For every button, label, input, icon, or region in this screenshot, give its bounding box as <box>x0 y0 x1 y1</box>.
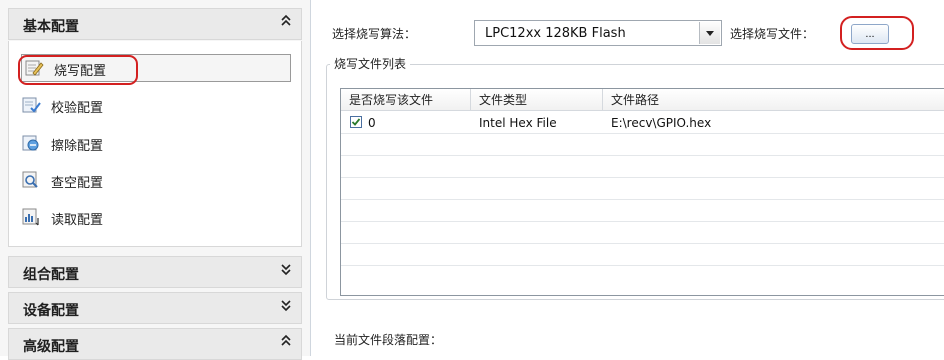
nav-item-erase-config[interactable]: 擦除配置 <box>21 129 291 157</box>
section-combo-config[interactable]: 组合配置 <box>8 256 302 288</box>
highlight-ring <box>840 16 914 50</box>
row-divider <box>341 243 944 244</box>
column-header-type[interactable]: 文件类型 <box>471 89 603 111</box>
section-advanced-config[interactable]: 高级配置 <box>8 328 302 360</box>
section-advanced-title: 高级配置 <box>23 339 79 355</box>
row-divider <box>341 133 944 134</box>
chevron-up-icon[interactable] <box>281 334 291 348</box>
blank-check-icon <box>21 171 41 189</box>
nav-item-label: 查空配置 <box>51 176 104 191</box>
burn-checkbox[interactable] <box>350 116 362 128</box>
section-basic-title: 基本配置 <box>23 19 79 35</box>
chevron-up-icon[interactable] <box>281 14 291 28</box>
dropdown-arrow-icon[interactable] <box>699 22 720 44</box>
column-header-burn[interactable]: 是否烧写该文件 <box>341 89 471 111</box>
row-file-path: E:\recv\GPIO.hex <box>611 116 712 130</box>
file-list-group-title: 烧写文件列表 <box>330 55 411 72</box>
nav-item-blank-check-config[interactable]: 查空配置 <box>21 166 291 194</box>
section-basic-config[interactable]: 基本配置 <box>8 8 302 40</box>
erase-icon <box>21 134 41 152</box>
file-select-label: 选择烧写文件： <box>730 27 815 41</box>
nav-item-label: 校验配置 <box>51 101 104 116</box>
row-divider <box>341 265 944 266</box>
algo-label: 选择烧写算法： <box>332 27 417 41</box>
chevron-down-icon[interactable] <box>281 262 291 276</box>
row-divider <box>341 221 944 222</box>
section-device-config[interactable]: 设备配置 <box>8 292 302 324</box>
verify-icon <box>21 96 41 114</box>
section-combo-title: 组合配置 <box>23 267 79 283</box>
algorithm-select[interactable]: LPC12xx 128KB Flash <box>474 20 722 46</box>
row-index: 0 <box>368 116 376 130</box>
highlight-ring <box>18 55 138 85</box>
nav-item-read-config[interactable]: 读取配置 <box>21 203 291 231</box>
row-divider <box>341 155 944 156</box>
algorithm-select-value: LPC12xx 128KB Flash <box>485 26 626 41</box>
segment-config-label: 当前文件段落配置： <box>334 333 443 347</box>
read-icon <box>21 208 41 226</box>
file-list-table: 是否烧写该文件 文件类型 文件路径 0 Intel Hex File E:\re… <box>340 88 944 296</box>
nav-item-label: 擦除配置 <box>51 139 104 154</box>
column-header-path[interactable]: 文件路径 <box>603 89 944 111</box>
chevron-down-icon[interactable] <box>281 298 291 312</box>
row-divider <box>341 177 944 178</box>
row-file-type: Intel Hex File <box>479 116 557 130</box>
nav-item-label: 读取配置 <box>51 213 104 228</box>
row-divider <box>341 199 944 200</box>
config-nav-panel: 基本配置 烧写配置 校验配置 擦除配置 查空配置 读取配置 组合配置 设备配置 … <box>0 0 311 360</box>
section-device-title: 设备配置 <box>23 303 79 319</box>
burn-config-panel: 选择烧写算法： LPC12xx 128KB Flash 选择烧写文件： ... … <box>318 0 944 356</box>
nav-item-verify-config[interactable]: 校验配置 <box>21 91 291 119</box>
